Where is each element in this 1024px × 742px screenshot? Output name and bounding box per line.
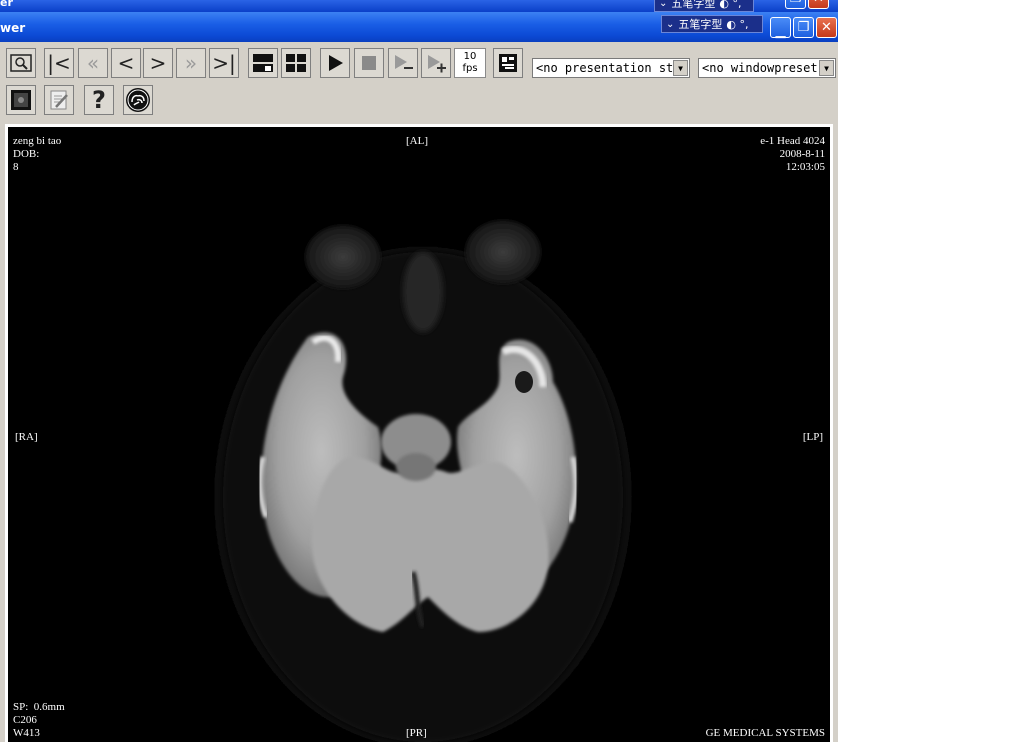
- previous-image-button[interactable]: <: [111, 48, 141, 78]
- play-minus-icon: [395, 55, 413, 69]
- study-time: 12:03:05: [785, 161, 825, 173]
- slice-spacing: SP: 0.6mm: [13, 701, 65, 713]
- background-window-title: er: [0, 0, 13, 9]
- patient-dob: DOB:: [13, 148, 40, 160]
- play-button[interactable]: [320, 48, 350, 78]
- ime-symbols: ◐ °,: [726, 17, 749, 31]
- ime-label: 五笔字型: [671, 0, 716, 10]
- fast-forward-button[interactable]: »: [176, 48, 206, 78]
- dropdown-arrow-icon[interactable]: ▼: [673, 60, 688, 76]
- chevron-left-icon: <: [117, 51, 135, 75]
- window-preset-value: <no windowpreset: [702, 61, 818, 75]
- cine-settings-button[interactable]: [493, 48, 523, 78]
- window-preset-select[interactable]: <no windowpreset ▼: [698, 58, 836, 78]
- orientation-top: [AL]: [406, 135, 428, 147]
- magnifier-icon: [10, 54, 32, 72]
- fps-value: 10: [463, 51, 477, 62]
- edit-note-icon: [50, 90, 68, 110]
- restore-button[interactable]: ❐: [793, 17, 814, 38]
- play-icon: [329, 55, 343, 71]
- image-viewport[interactable]: zeng bi tao DOB: 8 [AL] e-1 Head 4024 20…: [5, 124, 833, 742]
- chevron-down-icon: ⌄: [666, 18, 675, 30]
- minimize-icon: ▁: [775, 24, 786, 39]
- double-chevron-right-icon: »: [184, 51, 198, 75]
- film-settings-icon: [499, 54, 517, 72]
- film-frame-icon: [11, 90, 31, 110]
- window-title: wer: [0, 21, 26, 35]
- patient-age: 8: [13, 161, 19, 173]
- stop-button[interactable]: [354, 48, 384, 78]
- restore-icon: ❐: [797, 20, 810, 35]
- ime-label: 五笔字型: [678, 18, 723, 31]
- background-close-button[interactable]: ✕: [808, 0, 829, 9]
- ime-toolbar[interactable]: ⌄ 五笔字型 ◐ °,: [661, 15, 763, 33]
- close-icon: ✕: [813, 0, 824, 6]
- presentation-state-select[interactable]: <no presentation st ▼: [532, 58, 690, 78]
- double-chevron-left-icon: «: [86, 51, 100, 75]
- series-info: e-1 Head 4024: [760, 135, 825, 147]
- viewer-application: er wer |< « < > » >| 10 fps <no presenta…: [0, 0, 838, 742]
- minimize-button[interactable]: ▁: [770, 17, 791, 39]
- annotate-button[interactable]: [44, 85, 74, 115]
- ime-toolbar-back[interactable]: ⌄ 五笔字型 ◐ °,: [654, 0, 754, 12]
- help-icon: ?: [92, 86, 106, 114]
- stop-icon: [362, 56, 376, 70]
- image-frame-button[interactable]: [6, 85, 36, 115]
- orientation-right: [LP]: [802, 431, 823, 443]
- background-restore-button[interactable]: ❐: [785, 0, 806, 9]
- layout-grid-icon: [286, 54, 306, 72]
- window-width: W413: [13, 727, 40, 739]
- manufacturer-label: GE MEDICAL SYSTEMS: [705, 727, 825, 739]
- skip-last-icon: >|: [212, 51, 236, 75]
- help-button[interactable]: ?: [84, 85, 114, 115]
- chevron-right-icon: >: [149, 51, 167, 75]
- layout-rows-icon: [253, 54, 273, 72]
- study-date: 2008-8-11: [779, 148, 825, 160]
- layout-rows-button[interactable]: [248, 48, 278, 78]
- faster-button[interactable]: [421, 48, 451, 78]
- chevron-down-icon: ⌄: [659, 0, 668, 9]
- presentation-state-value: <no presentation st: [536, 61, 673, 75]
- patient-name: zeng bi tao: [13, 135, 62, 147]
- next-image-button[interactable]: >: [143, 48, 173, 78]
- slower-button[interactable]: [388, 48, 418, 78]
- magnifier-button[interactable]: [6, 48, 36, 78]
- toolbar: |< « < > » >| 10 fps <no presentation st…: [0, 42, 838, 122]
- orientation-bottom: [PR]: [406, 727, 427, 739]
- dropdown-arrow-icon[interactable]: ▼: [819, 60, 834, 76]
- play-plus-icon: [428, 55, 446, 73]
- close-button[interactable]: ✕: [816, 17, 837, 38]
- ge-logo-icon: [126, 88, 150, 112]
- layout-grid-button[interactable]: [281, 48, 311, 78]
- fps-unit: fps: [462, 63, 478, 74]
- last-image-button[interactable]: >|: [209, 48, 239, 78]
- first-image-button[interactable]: |<: [44, 48, 74, 78]
- fast-rewind-button[interactable]: «: [78, 48, 108, 78]
- close-icon: ✕: [821, 20, 832, 35]
- mri-brain-image: [198, 220, 648, 742]
- skip-first-icon: |<: [47, 51, 71, 75]
- fps-display[interactable]: 10 fps: [454, 48, 486, 78]
- window-center: C206: [13, 714, 37, 726]
- ime-symbols: ◐ °,: [719, 0, 742, 10]
- restore-icon: ❐: [790, 0, 802, 6]
- about-button[interactable]: [123, 85, 153, 115]
- orientation-left: [RA]: [15, 431, 38, 443]
